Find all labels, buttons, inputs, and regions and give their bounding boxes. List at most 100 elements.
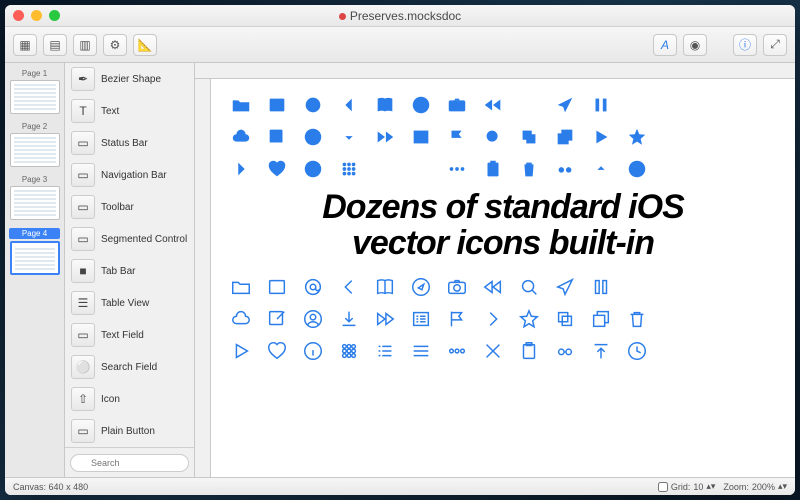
clipboard-icon[interactable] — [481, 157, 504, 180]
info-icon[interactable] — [301, 157, 324, 180]
page-thumb-3[interactable]: Page 3 — [9, 175, 60, 220]
star-icon[interactable] — [517, 307, 540, 330]
pause-icon[interactable] — [589, 275, 612, 298]
menu-icon[interactable] — [409, 157, 432, 180]
search-icon[interactable] — [517, 275, 540, 298]
info-icon[interactable] — [301, 339, 324, 362]
toolbar-expand-icon[interactable]: ⤢ — [763, 34, 787, 56]
compose-icon[interactable] — [265, 125, 288, 148]
zoom-window-icon[interactable] — [49, 10, 60, 21]
search-icon[interactable] — [481, 125, 504, 148]
trash-icon[interactable] — [517, 157, 540, 180]
play-icon[interactable] — [589, 125, 612, 148]
download-icon[interactable] — [337, 125, 360, 148]
zoom-control[interactable]: Zoom: 200% ▴▾ — [723, 481, 787, 492]
camera-icon[interactable] — [445, 93, 468, 116]
compass-icon[interactable] — [409, 275, 432, 298]
grid-toggle[interactable]: Grid: 10 ▴▾ — [658, 481, 716, 492]
clock-icon[interactable] — [625, 339, 648, 362]
menu-icon[interactable] — [409, 339, 432, 362]
element-item-navigation-bar[interactable]: ▭Navigation Bar — [65, 159, 194, 191]
element-item-tab-bar[interactable]: ■Tab Bar — [65, 255, 194, 287]
rewind-icon[interactable] — [481, 93, 504, 116]
canvas[interactable]: Dozens of standard iOS vector icons buil… — [211, 79, 795, 477]
search-input[interactable] — [70, 454, 189, 472]
close-icon[interactable] — [481, 339, 504, 362]
camera-icon[interactable] — [445, 275, 468, 298]
clock-icon[interactable] — [625, 157, 648, 180]
toolbar-text-style-icon[interactable]: A — [653, 34, 677, 56]
compass-icon[interactable] — [409, 93, 432, 116]
page-thumb-4[interactable]: Page 4 — [9, 228, 60, 275]
clipboard-icon[interactable] — [517, 339, 540, 362]
minimize-window-icon[interactable] — [31, 10, 42, 21]
element-item-plain-button[interactable]: ▭Plain Button — [65, 415, 194, 447]
toolbar-folder-open-icon[interactable]: ▥ — [73, 34, 97, 56]
page-thumb-1[interactable]: Page 1 — [9, 69, 60, 114]
upload-icon[interactable] — [589, 157, 612, 180]
element-item-segmented-control[interactable]: ▭Segmented Control — [65, 223, 194, 255]
toolbar-document-icon[interactable]: ▦ — [13, 34, 37, 56]
more-icon[interactable] — [445, 339, 468, 362]
glasses-icon[interactable] — [553, 339, 576, 362]
list-star-icon[interactable] — [409, 125, 432, 148]
chevron-right-icon[interactable] — [481, 307, 504, 330]
toolbar-gear-icon[interactable]: ⚙ — [103, 34, 127, 56]
list-star-icon[interactable] — [409, 307, 432, 330]
glasses-icon[interactable] — [553, 157, 576, 180]
fastforward-icon[interactable] — [373, 307, 396, 330]
element-item-text-field[interactable]: ▭Text Field — [65, 319, 194, 351]
list-icon[interactable] — [373, 157, 396, 180]
page-thumb-2[interactable]: Page 2 — [9, 122, 60, 167]
chevron-left-icon[interactable] — [337, 275, 360, 298]
play-icon[interactable] — [229, 339, 252, 362]
location-icon[interactable] — [553, 275, 576, 298]
grid-icon[interactable] — [337, 157, 360, 180]
user-icon[interactable] — [301, 307, 324, 330]
book-icon[interactable] — [373, 93, 396, 116]
stack-icon[interactable] — [553, 125, 576, 148]
flag-icon[interactable] — [445, 125, 468, 148]
element-item-toolbar[interactable]: ▭Toolbar — [65, 191, 194, 223]
at-icon[interactable] — [301, 93, 324, 116]
flag-icon[interactable] — [445, 307, 468, 330]
trash-icon[interactable] — [625, 307, 648, 330]
copy-icon[interactable] — [553, 307, 576, 330]
fastforward-icon[interactable] — [373, 125, 396, 148]
heart-icon[interactable] — [265, 157, 288, 180]
list-icon[interactable] — [373, 339, 396, 362]
stack-icon[interactable] — [589, 307, 612, 330]
location-icon[interactable] — [553, 93, 576, 116]
element-item-table-view[interactable]: ☰Table View — [65, 287, 194, 319]
box-icon[interactable] — [265, 275, 288, 298]
folder-icon[interactable] — [229, 275, 252, 298]
element-item-search-field[interactable]: ⚪Search Field — [65, 351, 194, 383]
toolbar-ruler-icon[interactable]: 📐 — [133, 34, 157, 56]
element-item-bezier-shape[interactable]: ✒Bezier Shape — [65, 63, 194, 95]
toolbar-color-wheel-icon[interactable]: ◉ — [683, 34, 707, 56]
more-icon[interactable] — [445, 157, 468, 180]
headline-text[interactable]: Dozens of standard iOS vector icons buil… — [229, 190, 777, 261]
close-window-icon[interactable] — [13, 10, 24, 21]
grid-icon[interactable] — [337, 339, 360, 362]
at-icon[interactable] — [301, 275, 324, 298]
star-icon[interactable] — [625, 125, 648, 148]
book-icon[interactable] — [373, 275, 396, 298]
chevron-left-icon[interactable] — [337, 93, 360, 116]
close-icon[interactable] — [517, 93, 540, 116]
toolbar-info-icon[interactable]: ⓘ — [733, 34, 757, 56]
copy-icon[interactable] — [517, 125, 540, 148]
user-icon[interactable] — [301, 125, 324, 148]
element-item-icon[interactable]: ⇧Icon — [65, 383, 194, 415]
element-item-text[interactable]: TText — [65, 95, 194, 127]
element-item-status-bar[interactable]: ▭Status Bar — [65, 127, 194, 159]
rewind-icon[interactable] — [481, 275, 504, 298]
cloud-icon[interactable] — [229, 307, 252, 330]
box-icon[interactable] — [265, 93, 288, 116]
folder-icon[interactable] — [229, 93, 252, 116]
download-icon[interactable] — [337, 307, 360, 330]
upload-icon[interactable] — [589, 339, 612, 362]
pause-icon[interactable] — [589, 93, 612, 116]
chevron-right-icon[interactable] — [229, 157, 252, 180]
heart-icon[interactable] — [265, 339, 288, 362]
